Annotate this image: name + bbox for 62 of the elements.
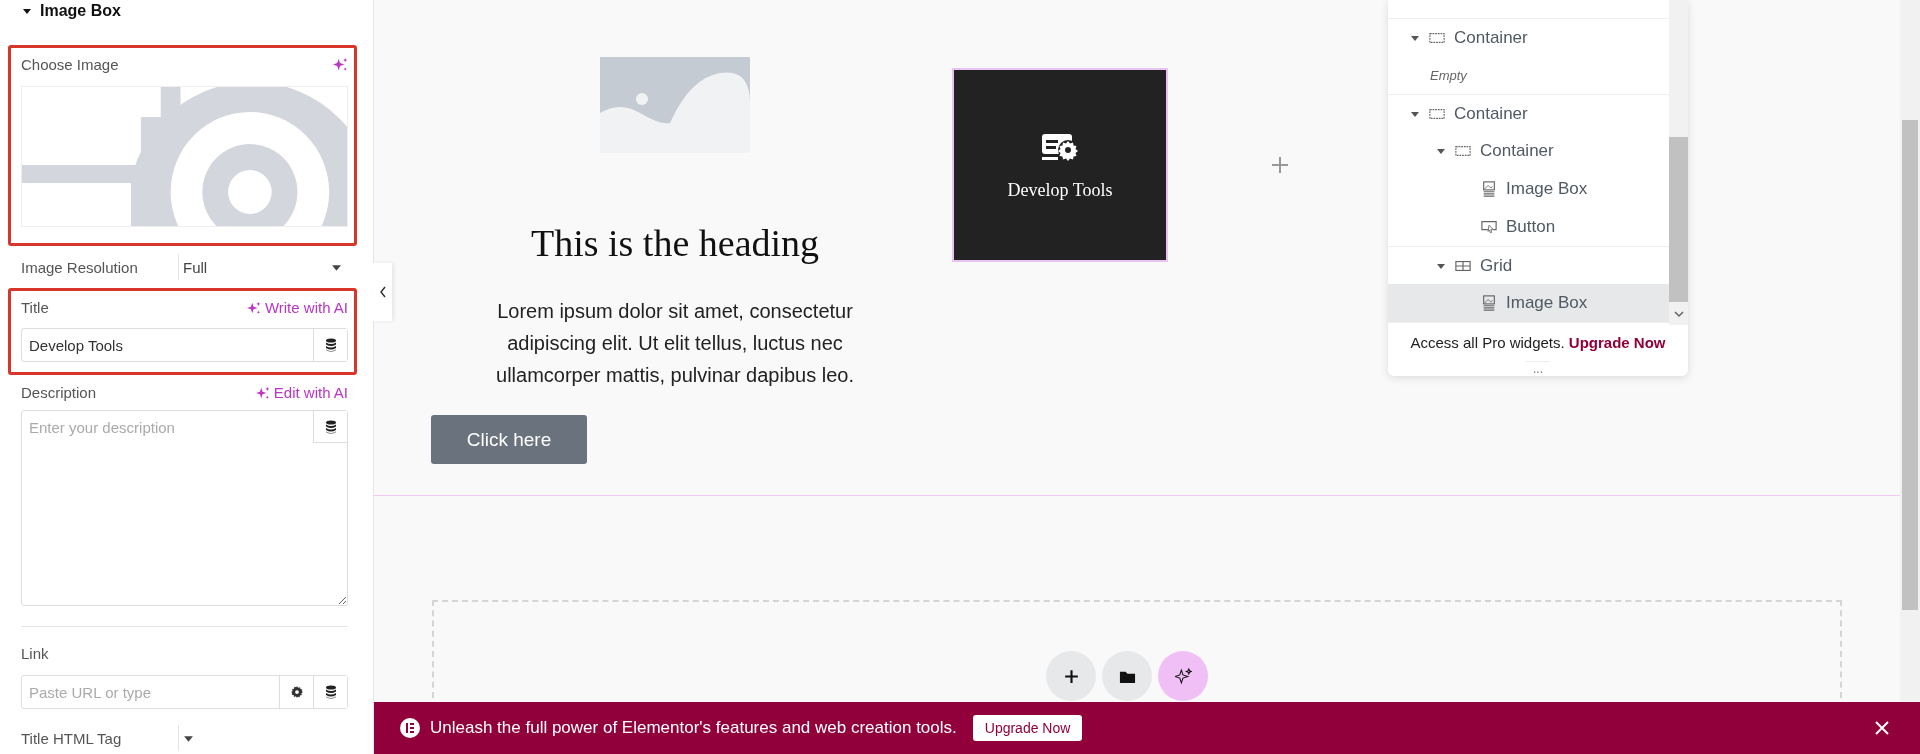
paragraph: Lorem ipsum dolor sit amet, consectetur adipiscing elit. Ut elit tellus, luctus nec ullamcorper mattis, pulvinar dapibus leo. [495,299,855,388]
field-label: Choose Image [21,56,119,73]
promo-text: Access all Pro widgets. Upgrade Now [1410,333,1666,351]
description-field[interactable]: Enter your description [21,410,348,606]
more-handle[interactable]: ... [1526,361,1550,376]
navigator-item[interactable]: Button [1388,208,1669,246]
dynamic-tags-button[interactable] [313,329,347,361]
close-icon[interactable] [1874,720,1890,736]
navigator-item[interactable]: Image Box [1388,284,1669,322]
upgrade-button[interactable]: Upgrade Now [972,715,1083,741]
ai-button[interactable] [1158,651,1208,701]
field-label: Link [21,645,49,662]
container-icon [1455,143,1471,159]
navigator-item[interactable]: Container [1388,18,1669,56]
image-box-icon [1481,181,1497,197]
navigator-item[interactable]: Container [1388,132,1669,170]
edit-with-ai-link[interactable]: Edit with AI [255,384,348,401]
title-field[interactable]: Develop Tools [21,328,348,362]
add-section-button[interactable] [1046,651,1096,701]
plus-icon [1062,667,1080,685]
template-library-button[interactable] [1102,651,1152,701]
dynamic-tags-button[interactable] [313,411,347,443]
dynamic-tags-button[interactable] [313,676,347,708]
scrollbar[interactable] [1900,0,1920,702]
title-input[interactable]: Develop Tools [22,329,313,361]
card-title: Develop Tools [1007,180,1113,201]
upgrade-link[interactable]: Upgrade Now [1568,333,1666,351]
database-icon [324,419,337,434]
database-icon [324,338,337,352]
logo-icon [400,718,420,738]
write-with-ai-link[interactable]: Write with AI [246,299,348,316]
navigator-item[interactable]: Image Box [1388,170,1669,208]
caret-icon [22,6,32,16]
link-field[interactable]: Paste URL or type [21,675,348,709]
heading: This is the heading [530,221,820,265]
sparkle-icon [246,300,261,315]
gear-screen-icon [1040,132,1080,162]
sparkle-icon [255,385,270,400]
empty-note: Empty [1429,66,1468,85]
banner-text: Unleash the full power of Elementor's features and web creation tools. [430,718,957,738]
sparkle-icon[interactable] [333,57,348,72]
navigator-item[interactable]: Container [1388,94,1669,132]
database-icon [324,685,337,699]
image-box-icon [1481,295,1497,311]
field-label: Description [21,384,97,401]
image-box-card[interactable]: Develop Tools [952,68,1168,262]
chevron-down-icon[interactable] [1674,310,1684,318]
link-input[interactable]: Paste URL or type [22,676,279,708]
click-button[interactable]: Click here [431,415,587,464]
image-placeholder-icon [600,57,750,153]
section-header[interactable]: Image Box [0,0,121,22]
add-icon[interactable] [1270,155,1290,175]
caret-icon[interactable] [1436,146,1446,156]
field-label: Title HTML Tag [21,729,123,747]
resolution-select[interactable]: Full [178,254,348,280]
field-label: Title [21,299,49,316]
field-label: Image Resolution [21,258,139,276]
scrollbar[interactable] [1669,0,1688,325]
gear-icon [290,685,303,699]
cursor-button-icon [1481,219,1497,235]
chevron-left-icon [378,286,387,298]
sparkle-icon [1174,667,1192,685]
